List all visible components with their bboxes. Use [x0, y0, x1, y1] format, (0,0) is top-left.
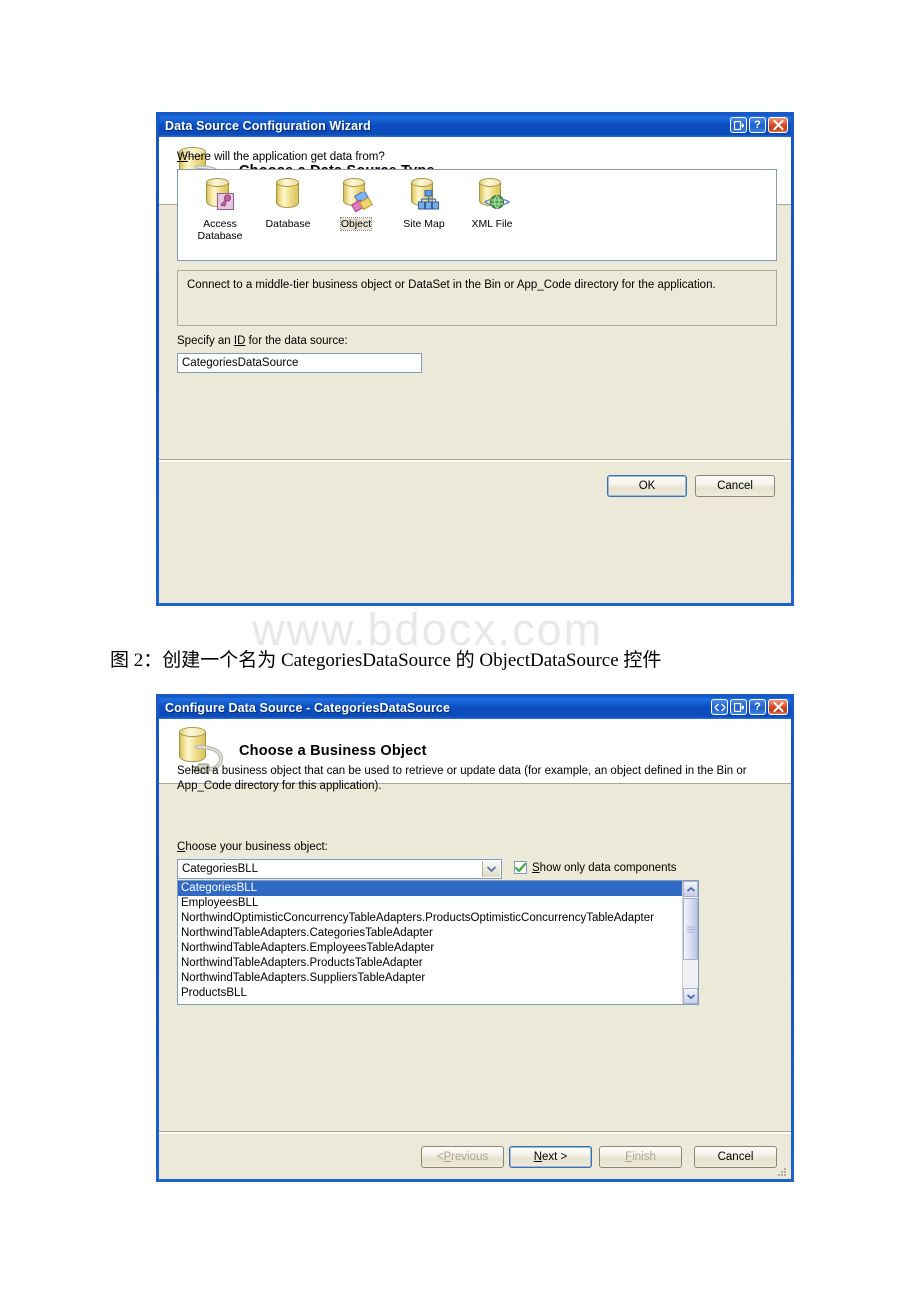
- database-icon: [271, 178, 305, 214]
- data-source-description-panel: Connect to a middle-tier business object…: [177, 270, 777, 326]
- business-object-description: Select a business object that can be use…: [177, 765, 747, 792]
- site-map-icon: [407, 178, 441, 214]
- data-source-label: Database: [265, 218, 311, 230]
- list-item[interactable]: CategoriesBLL: [178, 881, 698, 896]
- checkbox-box[interactable]: [514, 861, 527, 874]
- dialog2-titlebar-buttons: ?: [711, 699, 788, 715]
- data-source-prompt-label: Where will the application get data from…: [177, 151, 385, 163]
- dialog2-title: Configure Data Source - CategoriesDataSo…: [165, 701, 451, 715]
- dialog1-titlebar-buttons: ?: [730, 117, 788, 133]
- cancel-button[interactable]: Cancel: [695, 475, 775, 497]
- data-source-label: Site Map: [403, 218, 445, 230]
- business-object-combo-value: CategoriesBLL: [182, 863, 259, 875]
- svg-text:>: >: [503, 195, 510, 209]
- object-icon: [339, 178, 373, 214]
- data-source-item-access-database[interactable]: Access Database: [186, 178, 254, 260]
- xml-file-icon: < >: [475, 178, 510, 214]
- close-icon[interactable]: [768, 117, 788, 133]
- dialog2-body: Choose a Business Object Select a busine…: [159, 719, 791, 1179]
- restore-dock-icon[interactable]: [730, 117, 747, 133]
- data-source-type-panel[interactable]: Access Database Database Object Site Map…: [177, 169, 777, 261]
- next-button[interactable]: Next >: [509, 1146, 592, 1168]
- listbox-scrollbar[interactable]: [682, 881, 698, 1004]
- dialog1-body: Choose a Data Source Type Where will the…: [159, 137, 791, 603]
- list-item[interactable]: NorthwindTableAdapters.CategoriesTableAd…: [178, 926, 698, 941]
- business-object-listbox[interactable]: CategoriesBLL EmployeesBLL NorthwindOpti…: [177, 880, 699, 1005]
- close-icon[interactable]: [768, 699, 788, 715]
- dialog2-separator: [159, 1131, 791, 1134]
- data-source-label: Access Database: [197, 218, 243, 242]
- data-source-configuration-wizard-dialog: Data Source Configuration Wizard ? Where…: [156, 112, 794, 606]
- list-item[interactable]: ProductsBLL: [178, 986, 698, 1001]
- data-source-label: Object: [339, 217, 373, 231]
- access-database-icon: [203, 178, 237, 214]
- dialog1-titlebar[interactable]: Data Source Configuration Wizard ?: [159, 115, 791, 137]
- figure-caption: 图 2：创建一个名为 CategoriesDataSource 的 Object…: [110, 650, 662, 671]
- scroll-down-icon[interactable]: [683, 988, 698, 1004]
- chevron-down-icon[interactable]: [482, 861, 500, 877]
- data-source-item-object[interactable]: Object: [322, 178, 390, 260]
- show-only-data-components-checkbox[interactable]: Show only data components: [514, 861, 676, 874]
- resize-grip[interactable]: [776, 1165, 788, 1177]
- configure-data-source-dialog: Configure Data Source - CategoriesDataSo…: [156, 694, 794, 1182]
- dialog2-titlebar[interactable]: Configure Data Source - CategoriesDataSo…: [159, 697, 791, 719]
- data-source-id-input[interactable]: CategoriesDataSource: [177, 353, 422, 373]
- restore-dock-icon[interactable]: [730, 699, 747, 715]
- list-item[interactable]: NorthwindTableAdapters.ProductsTableAdap…: [178, 956, 698, 971]
- help-icon[interactable]: ?: [749, 117, 766, 133]
- dialog1-title: Data Source Configuration Wizard: [165, 119, 371, 133]
- data-source-id-label: Specify an ID for the data source:: [177, 335, 348, 347]
- checkbox-label: Show only data components: [532, 861, 677, 874]
- svg-text:<: <: [484, 195, 491, 209]
- data-source-description-text: Connect to a middle-tier business object…: [187, 279, 716, 291]
- list-item[interactable]: NorthwindTableAdapters.SuppliersTableAda…: [178, 971, 698, 986]
- business-object-combo-label: Choose your business object:: [177, 841, 328, 853]
- ok-button[interactable]: OK: [607, 475, 687, 497]
- data-source-label: XML File: [471, 218, 513, 230]
- dialog2-header-title: Choose a Business Object: [239, 743, 427, 759]
- scroll-up-icon[interactable]: [683, 881, 698, 897]
- previous-button[interactable]: < Previous: [421, 1146, 504, 1168]
- help-icon[interactable]: ?: [749, 699, 766, 715]
- scrollbar-thumb[interactable]: [683, 898, 698, 960]
- data-source-item-database[interactable]: Database: [254, 178, 322, 260]
- list-item[interactable]: NorthwindOptimisticConcurrencyTableAdapt…: [178, 911, 698, 926]
- list-item[interactable]: NorthwindTableAdapters.EmployeesTableAda…: [178, 941, 698, 956]
- resize-icon[interactable]: [711, 699, 728, 715]
- cancel-button[interactable]: Cancel: [694, 1146, 777, 1168]
- business-object-combo[interactable]: CategoriesBLL: [177, 859, 502, 879]
- data-source-item-xml-file[interactable]: < > XML File: [458, 178, 526, 260]
- data-source-item-site-map[interactable]: Site Map: [390, 178, 458, 260]
- finish-button[interactable]: Finish: [599, 1146, 682, 1168]
- dialog1-separator: [159, 459, 791, 462]
- list-item[interactable]: EmployeesBLL: [178, 896, 698, 911]
